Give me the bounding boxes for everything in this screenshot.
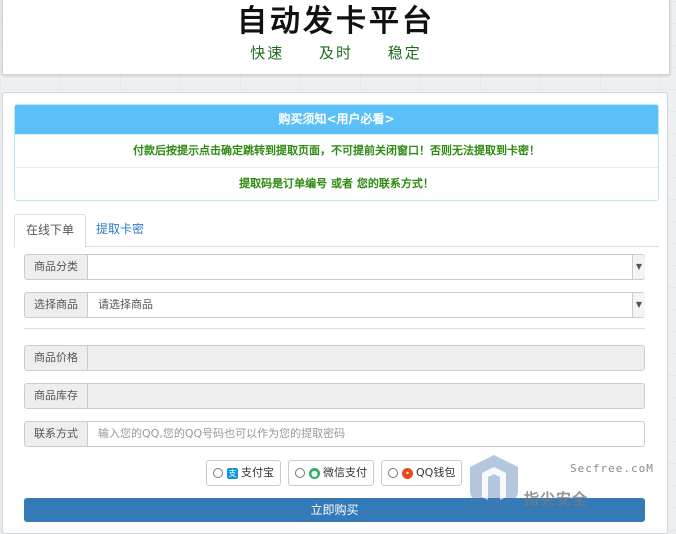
radio-icon[interactable] (213, 468, 223, 478)
product-select[interactable]: 请选择商品 (88, 292, 645, 318)
category-select[interactable] (88, 254, 645, 280)
slogan-3: 稳定 (387, 44, 422, 62)
stock-row: 商品库存 (24, 383, 645, 409)
product-label: 选择商品 (24, 292, 88, 318)
purchase-notice: 购买须知<用户必看> 付款后按提示点击确定跳转到提取页面，不可提前关闭窗口！否则… (14, 104, 659, 201)
site-title: 自动发卡平台 (237, 4, 435, 39)
slogan-2: 及时 (318, 44, 353, 62)
notice-heading: 购买须知<用户必看> (15, 105, 658, 134)
contact-row: 联系方式 输入您的QQ,您的QQ号码也可以作为您的提取密码 (24, 421, 645, 447)
watermark-name: 指尖安全 (524, 490, 589, 508)
qq-penguin-icon: • (402, 467, 413, 479)
contact-input[interactable]: 输入您的QQ,您的QQ号码也可以作为您的提取密码 (88, 421, 645, 447)
wechat-label: 微信支付 (323, 466, 367, 479)
shield-logo-icon (470, 455, 518, 511)
radio-icon[interactable] (295, 468, 305, 478)
chevron-down-icon[interactable]: ▼ (632, 255, 645, 279)
radio-icon[interactable] (388, 468, 398, 478)
alipay-icon: 支 (227, 467, 238, 479)
price-label: 商品价格 (24, 345, 88, 371)
notice-line-2: 提取码是订单编号 或者 您的联系方式！ (15, 167, 658, 200)
qq-label: QQ钱包 (416, 466, 456, 479)
price-row: 商品价格 (24, 345, 645, 371)
contact-label: 联系方式 (24, 421, 88, 447)
product-row: 选择商品 请选择商品 (24, 292, 645, 318)
tab-extract-card[interactable]: 提取卡密 (85, 214, 155, 245)
site-header: 自动发卡平台 快速 及时 稳定 (2, 0, 670, 75)
pay-option-wechat[interactable]: ● 微信支付 (288, 460, 374, 486)
category-row: 商品分类 (24, 254, 645, 280)
pay-option-alipay[interactable]: 支 支付宝 (206, 460, 281, 486)
notice-line-1: 付款后按提示点击确定跳转到提取页面，不可提前关闭窗口！否则无法提取到卡密！ (15, 134, 658, 167)
form-divider (24, 328, 645, 329)
stock-label: 商品库存 (24, 383, 88, 409)
tab-online-order[interactable]: 在线下单 (14, 214, 87, 248)
site-slogan: 快速 及时 稳定 (3, 42, 669, 63)
pay-option-qq[interactable]: • QQ钱包 (381, 460, 463, 486)
stock-field (88, 383, 645, 409)
category-label: 商品分类 (24, 254, 88, 280)
price-field (88, 345, 645, 371)
alipay-label: 支付宝 (241, 466, 274, 479)
slogan-1: 快速 (250, 44, 285, 62)
watermark-site: Secfree.coM (570, 462, 654, 475)
wechat-icon: ● (309, 467, 320, 479)
tab-bar: 在线下单 提取卡密 (14, 214, 659, 248)
chevron-down-icon[interactable]: ▼ (632, 293, 645, 317)
